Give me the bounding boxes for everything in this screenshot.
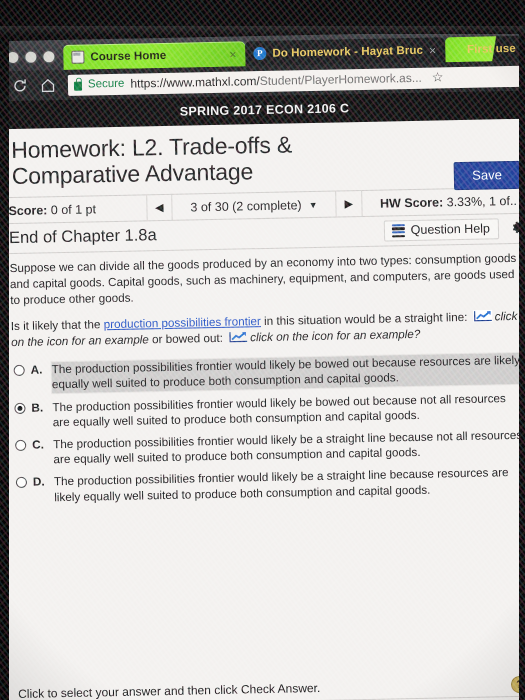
photo-bezel-top [0, 0, 525, 34]
choice-letter: A. [30, 363, 43, 377]
tab-title: Do Homework - Hayat Bruc [272, 44, 424, 60]
browser-tab-first-use[interactable]: First use [444, 35, 525, 63]
answer-choice-a[interactable]: A. The production possibilities frontier… [13, 353, 523, 394]
home-icon[interactable] [40, 77, 56, 93]
address-bar[interactable]: Secure https://www.mathxl.com/Student/Pl… [67, 65, 525, 96]
question-position-label: 3 of 30 (2 complete) [190, 198, 302, 215]
page-title: Homework: L2. Trade-offs & Comparative A… [10, 131, 293, 190]
question-position: 3 of 30 (2 complete) ▼ [180, 198, 327, 215]
chevron-down-icon: ▼ [308, 199, 318, 211]
choice-letter: B. [31, 401, 44, 415]
instruction-hint: Click to select your answer and then cli… [8, 676, 525, 700]
q2-italic-2: click on the icon for an example? [250, 327, 421, 344]
choice-letter: C. [32, 438, 45, 452]
line-chart-icon[interactable] [228, 330, 248, 343]
choice-text: The production possibilities frontier wo… [51, 353, 523, 393]
question-help-button[interactable]: Question Help [383, 218, 500, 243]
next-question-button[interactable]: ▶ [336, 190, 363, 218]
maximize-window-button[interactable] [43, 51, 55, 63]
tab-title: Course Home [90, 49, 167, 63]
photo-bezel-right [519, 0, 525, 700]
reload-icon[interactable] [12, 78, 28, 94]
radio-button-a[interactable] [13, 365, 25, 377]
answer-choices: A. The production possibilities frontier… [2, 351, 525, 506]
save-button[interactable]: Save [453, 160, 521, 191]
list-menu-icon [391, 223, 405, 238]
choice-text: The production possibilities frontier wo… [53, 466, 509, 504]
answer-choice-b[interactable]: B. The production possibilities frontier… [14, 390, 523, 431]
photo-bezel-left [0, 0, 9, 700]
course-title: SPRING 2017 ECON 2106 C [179, 101, 350, 119]
browser-tab-course-home[interactable]: Course Home × [63, 41, 246, 70]
pearson-p-icon: P [253, 46, 267, 61]
score-value: 0 of 1 pt [47, 202, 97, 218]
homework-header: Homework: L2. Trade-offs & Comparative A… [0, 119, 525, 192]
chapter-label: End of Chapter 1.8a [8, 226, 157, 248]
question-paragraph-1: Suppose we can divide all the goods prod… [9, 252, 517, 307]
question-navigator: ◀ 3 of 30 (2 complete) ▼ ▶ [145, 190, 363, 222]
browser-tab-do-homework[interactable]: P Do Homework - Hayat Bruc × [245, 37, 446, 67]
lock-icon [73, 81, 83, 91]
question-body: Suppose we can divide all the goods prod… [0, 244, 525, 351]
q2-mid: in this situation would be a straight li… [260, 310, 471, 329]
answer-choice-c[interactable]: C. The production possibilities frontier… [15, 428, 524, 469]
url-origin: https://www.mathxl.com/ [130, 74, 260, 91]
tab-title: First use [466, 42, 516, 56]
security-status-label: Secure [87, 77, 125, 91]
mathxl-homework-page: Homework: L2. Trade-offs & Comparative A… [0, 118, 525, 700]
url-text: https://www.mathxl.com/Student/PlayerHom… [130, 71, 422, 91]
answer-choice-d[interactable]: D. The production possibilities frontier… [15, 465, 525, 506]
window-traffic-lights[interactable] [1, 51, 63, 71]
right-arrow-icon: ▶ [344, 198, 354, 211]
question-position-dropdown[interactable]: 3 of 30 (2 complete) ▼ [172, 190, 337, 222]
score-label: Score: 0 of 1 pt [8, 202, 97, 219]
choice-text: The production possibilities frontier wo… [53, 428, 523, 467]
previous-question-button[interactable]: ◀ [145, 194, 173, 222]
photo-of-screen: Course Home × P Do Homework - Hayat Bruc… [0, 0, 525, 700]
left-arrow-icon: ◀ [154, 202, 164, 215]
radio-button-d[interactable] [15, 477, 28, 489]
url-path: Student/PlayerHomework.as... [259, 70, 422, 89]
radio-button-c[interactable] [15, 439, 27, 452]
radio-button-b[interactable] [14, 402, 26, 414]
question-paragraph-2: Is it likely that the production possibi… [11, 309, 522, 350]
star-icon[interactable]: ☆ [428, 69, 444, 85]
close-icon[interactable]: × [229, 47, 236, 61]
choice-text: The production possibilities frontier wo… [52, 391, 506, 430]
q2-lead: Is it likely that the [10, 318, 104, 334]
close-icon[interactable]: × [429, 43, 436, 57]
hw-score-label: HW Score: 3.33%, 1 of.. [379, 193, 517, 211]
minimize-window-button[interactable] [25, 51, 37, 63]
choice-letter: D. [32, 475, 45, 490]
q2-mid-2: or bowed out: [148, 331, 227, 347]
screen-content: Course Home × P Do Homework - Hayat Bruc… [0, 0, 525, 700]
line-chart-icon[interactable] [473, 310, 493, 323]
document-icon [71, 50, 85, 64]
ppf-link[interactable]: production possibilities frontier [104, 315, 261, 331]
hw-score-value: 3.33%, 1 of.. [443, 193, 517, 210]
browser-window: Course Home × P Do Homework - Hayat Bruc… [0, 30, 525, 102]
question-help-label: Question Help [410, 221, 491, 238]
